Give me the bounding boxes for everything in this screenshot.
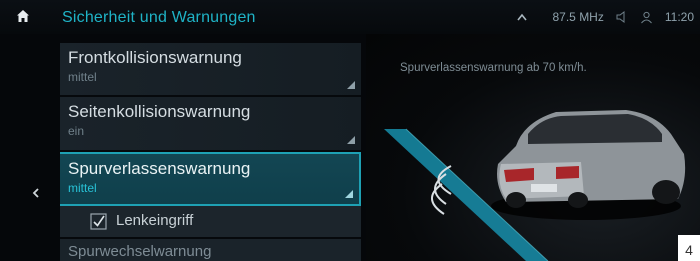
menu-item-value: ein: [68, 124, 85, 138]
chevron-up-icon[interactable]: [516, 13, 527, 21]
dropdown-corner-icon: [345, 190, 353, 198]
menu-item-label: Frontkollisionswarnung: [68, 48, 242, 67]
menu-item-value: mittel: [68, 70, 97, 84]
menu-item-spurwechselwarnung[interactable]: Spurwechselwarnung: [60, 239, 361, 261]
menu-item-value: mittel: [68, 181, 97, 195]
left-edge: [0, 34, 60, 261]
home-button[interactable]: [2, 3, 44, 33]
menu-item-label: Seitenkollisionswarnung: [68, 102, 251, 121]
settings-menu: Frontkollisionswarnung mittel Seitenkoll…: [60, 43, 361, 261]
menu-item-label: Spurverlassenswarnung: [68, 159, 251, 178]
status-area: 87.5 MHz 11:20: [516, 10, 694, 24]
checkbox-icon[interactable]: [90, 213, 107, 230]
dropdown-corner-icon: [347, 136, 355, 144]
menu-item-frontkollisionswarnung[interactable]: Frontkollisionswarnung mittel: [60, 43, 361, 97]
dropdown-corner-icon: [347, 81, 355, 89]
checkbox-label: Lenkeingriff: [116, 212, 194, 229]
info-panel: Spurverlassenswarnung ab 70 km/h. 4: [366, 34, 700, 261]
clock: 11:20: [664, 10, 694, 24]
page-title: Sicherheit und Warnungen: [62, 9, 256, 26]
menu-item-seitenkollisionswarnung[interactable]: Seitenkollisionswarnung ein: [60, 97, 361, 152]
volume-icon: [616, 11, 628, 23]
user-icon: [640, 11, 653, 24]
idrive-screen: Sicherheit und Warnungen 87.5 MHz 11:20 …: [0, 0, 700, 261]
status-bar: Sicherheit und Warnungen 87.5 MHz 11:20: [0, 0, 700, 34]
back-arrow-icon: [32, 185, 40, 203]
menu-item-label: Spurwechselwarnung: [68, 243, 212, 260]
lenkeingriff-checkbox-row[interactable]: Lenkeingriff: [60, 206, 361, 239]
back-button[interactable]: [26, 184, 46, 204]
home-icon: [16, 9, 30, 28]
menu-item-spurverlassenswarnung[interactable]: Spurverlassenswarnung mittel: [60, 152, 361, 206]
car-illustration: [384, 110, 686, 261]
page-number-badge: 4: [678, 235, 700, 261]
radio-frequency: 87.5 MHz: [552, 10, 604, 24]
